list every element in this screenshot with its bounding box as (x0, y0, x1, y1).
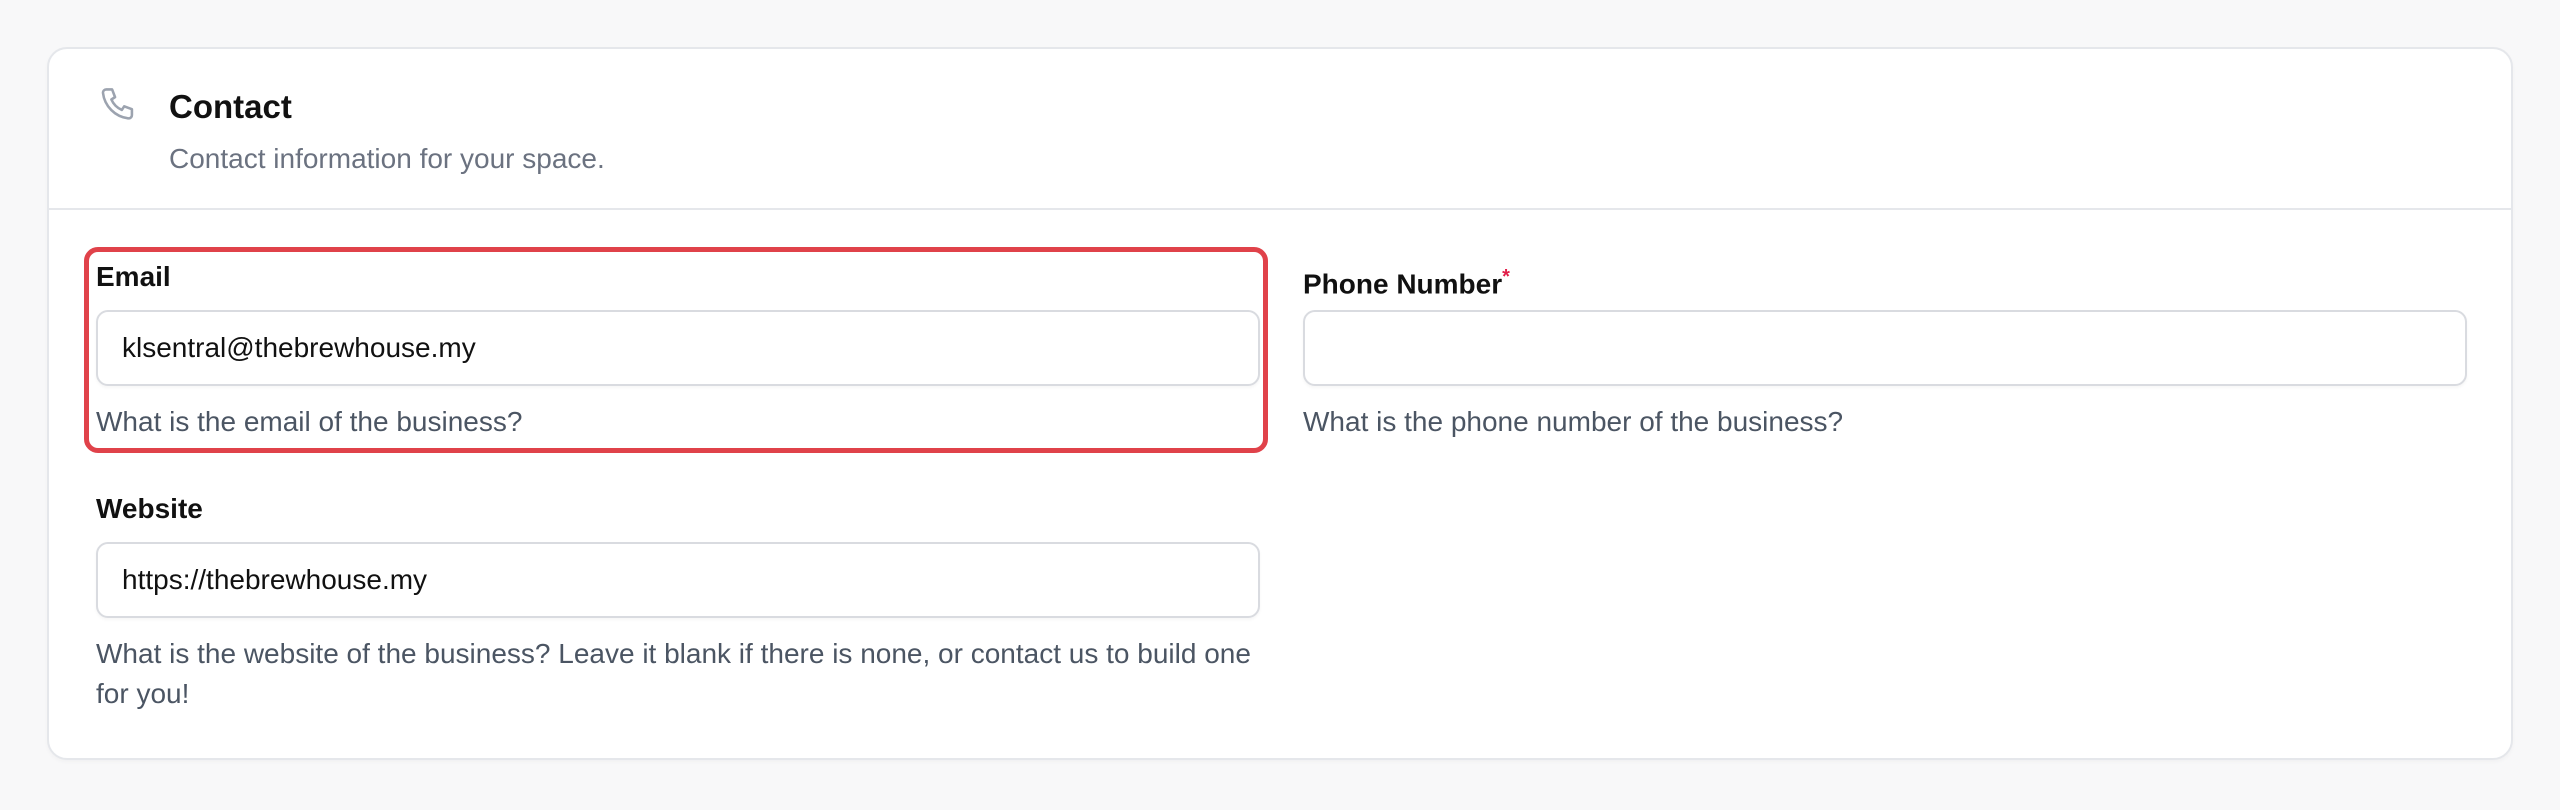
phone-number-field[interactable] (1303, 310, 2467, 386)
required-marker: * (1502, 266, 1510, 288)
email-help-text: What is the email of the business? (96, 406, 523, 437)
phone-label-text: Phone Number (1303, 268, 1503, 300)
website-label: Website (96, 493, 203, 524)
email-label: Email (96, 261, 171, 292)
website-help-text: What is the website of the business? Lea… (96, 638, 1251, 709)
phone-field-group: Phone Number* What is the phone number o… (1303, 259, 2467, 449)
phone-label: Phone Number* (1303, 259, 1510, 302)
website-field-group: Website What is the website of the busin… (96, 491, 1260, 721)
website-field[interactable] (96, 542, 1260, 618)
phone-icon (101, 88, 134, 120)
email-field[interactable] (96, 310, 1260, 386)
section-title: Contact (169, 88, 292, 125)
section-subtitle: Contact information for your space. (169, 143, 605, 174)
email-field-group: Email What is the email of the business? (96, 259, 1260, 449)
phone-help-text: What is the phone number of the business… (1303, 406, 1844, 437)
card-header: Contact Contact information for your spa… (49, 49, 2511, 210)
